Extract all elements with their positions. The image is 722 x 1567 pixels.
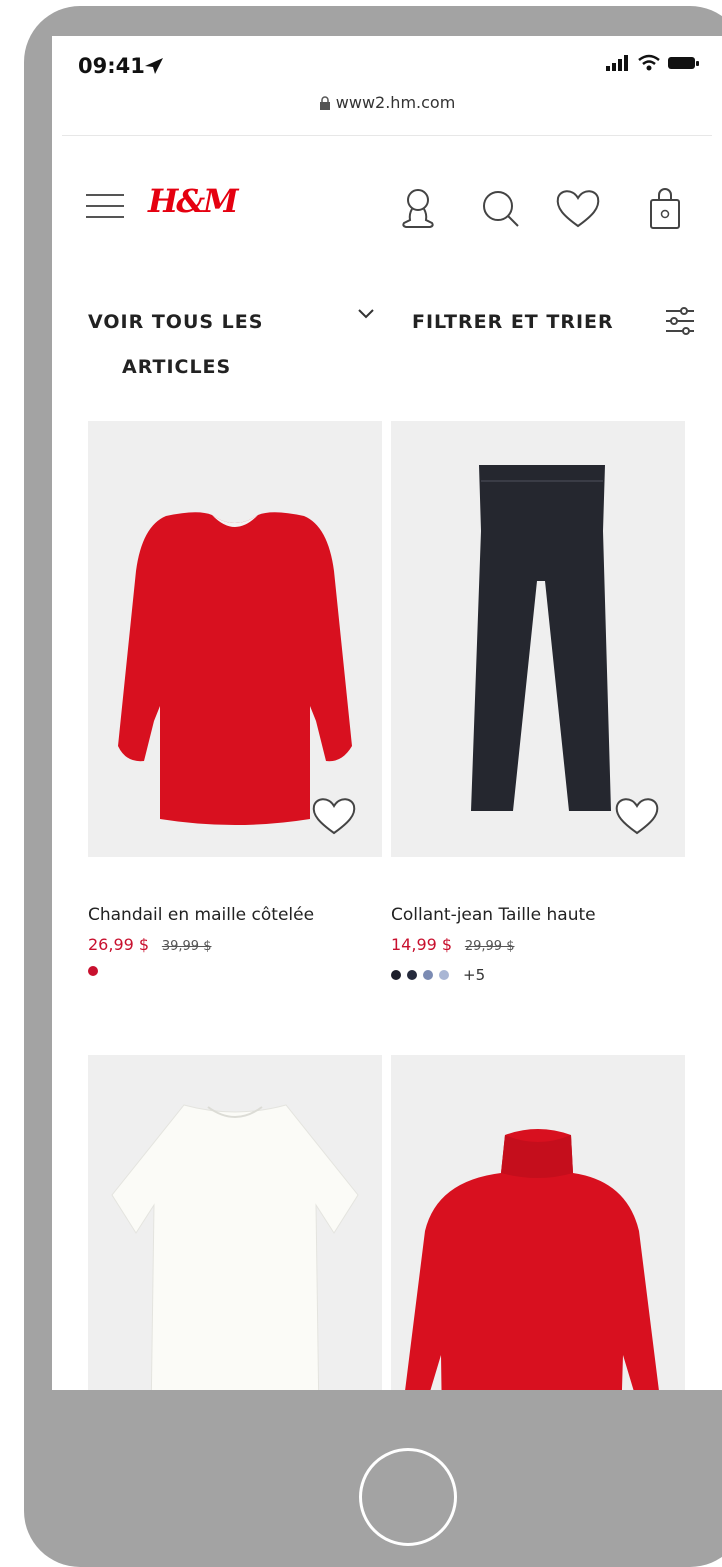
signal-icon bbox=[606, 55, 628, 71]
wifi-icon bbox=[638, 54, 660, 71]
view-all-label: VOIR TOUS LES bbox=[88, 311, 264, 333]
search-icon[interactable] bbox=[478, 186, 522, 230]
product-image[interactable] bbox=[391, 421, 685, 857]
color-swatch[interactable] bbox=[88, 966, 98, 976]
product-image[interactable] bbox=[391, 1055, 685, 1390]
color-swatches: +5 bbox=[391, 966, 685, 984]
battery-icon bbox=[668, 57, 699, 69]
status-bar: 09:41 bbox=[52, 36, 722, 86]
dark-jeans-image bbox=[471, 465, 611, 811]
view-all-label-line2: ARTICLES bbox=[122, 356, 232, 378]
wishlist-icon[interactable] bbox=[554, 186, 602, 230]
product-image[interactable] bbox=[88, 1055, 382, 1390]
chevron-down-icon[interactable] bbox=[357, 308, 375, 320]
filter-row: VOIR TOUS LES ARTICLES FILTRER ET TRIER bbox=[52, 294, 722, 378]
product-card[interactable]: Collant-jean Taille haute 14,99 $ 29,99 … bbox=[391, 421, 685, 984]
red-sweater-image bbox=[118, 512, 352, 825]
color-swatch[interactable] bbox=[439, 970, 449, 980]
product-prices: 26,99 $ 39,99 $ bbox=[88, 935, 382, 954]
lock-icon bbox=[319, 95, 330, 110]
shopping-bag-icon[interactable] bbox=[648, 186, 682, 230]
product-name[interactable]: Chandail en maille côtelée bbox=[88, 905, 382, 925]
product-prices: 14,99 $ 29,99 $ bbox=[391, 935, 685, 954]
filter-sort-button[interactable]: FILTRER ET TRIER bbox=[412, 300, 614, 345]
url-bar[interactable]: www2.hm.com bbox=[52, 92, 722, 124]
site-header: H&M bbox=[52, 176, 722, 236]
white-dress-image bbox=[111, 1104, 359, 1390]
brand-logo[interactable]: H&M bbox=[148, 182, 239, 220]
red-turtleneck-image bbox=[405, 1129, 659, 1390]
product-image[interactable] bbox=[88, 421, 382, 857]
more-colors-count[interactable]: +5 bbox=[463, 966, 485, 984]
favorite-heart-icon[interactable] bbox=[613, 795, 661, 837]
product-card[interactable]: Chandail en maille côtelée 26,99 $ 39,99… bbox=[88, 421, 382, 976]
menu-icon[interactable] bbox=[86, 194, 124, 220]
product-card[interactable] bbox=[88, 1055, 382, 1390]
phone-screen: 09:41 www2.hm.com H&M VOIR TOUS LES ARTI… bbox=[52, 36, 722, 1390]
view-all-dropdown[interactable]: VOIR TOUS LES ARTICLES bbox=[88, 300, 308, 390]
product-card[interactable] bbox=[391, 1055, 685, 1390]
favorite-heart-icon[interactable] bbox=[310, 795, 358, 837]
color-swatches bbox=[88, 966, 382, 976]
url-text: www2.hm.com bbox=[335, 93, 456, 112]
filter-sliders-icon[interactable] bbox=[664, 306, 696, 336]
divider bbox=[62, 135, 712, 136]
color-swatch[interactable] bbox=[391, 970, 401, 980]
sale-price: 14,99 $ bbox=[391, 935, 453, 954]
sale-price: 26,99 $ bbox=[88, 935, 150, 954]
original-price: 29,99 $ bbox=[464, 939, 515, 954]
home-button[interactable] bbox=[359, 1448, 457, 1546]
original-price: 39,99 $ bbox=[161, 939, 212, 954]
status-time: 09:41 bbox=[78, 54, 145, 78]
location-arrow-icon bbox=[145, 58, 163, 74]
account-icon[interactable] bbox=[396, 186, 440, 230]
product-name[interactable]: Collant-jean Taille haute bbox=[391, 905, 685, 925]
color-swatch[interactable] bbox=[423, 970, 433, 980]
color-swatch[interactable] bbox=[407, 970, 417, 980]
